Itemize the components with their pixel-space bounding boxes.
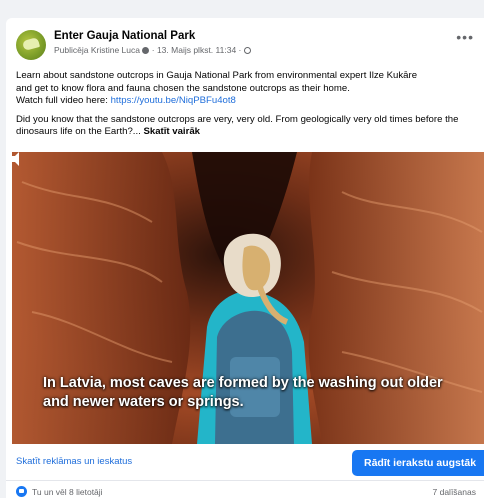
post-date[interactable]: 13. Maijs plkst. 11:34 [157,45,236,55]
globe-icon [243,47,251,54]
video-caption: In Latvia, most caves are formed by the … [43,374,463,412]
top-strip [0,0,484,12]
reaction-count[interactable]: Tu un vēl 8 lietotāji [32,487,103,497]
caption-line: and newer waters or springs. [43,394,244,410]
caption-line: In Latvia, most caves are formed by the … [43,375,443,391]
more-options-button[interactable]: ••• [456,30,474,44]
post-text-line: and get to know flora and fauna chosen t… [16,82,350,94]
leaf-icon [21,37,41,51]
reactions-bar: Tu un vēl 8 lietotāji 7 dalīšanas [6,480,484,498]
post-meta: Publicēja Kristine Luca · 13. Maijs plks… [54,45,251,55]
view-ad-insights-link[interactable]: Skatīt reklāmas un ieskatus [16,456,132,467]
post-header: Enter Gauja National Park Publicēja Kris… [16,28,474,64]
post-text-paragraph: Did you know that the sandstone outcrops… [16,113,459,138]
post-text-line: Watch full video here: [16,95,111,106]
post-card: Enter Gauja National Park Publicēja Kris… [6,18,484,498]
settings-icon [142,47,150,54]
post-text: Learn about sandstone outcrops in Gauja … [16,70,478,145]
video-player[interactable]: In Latvia, most caves are formed by the … [12,152,484,444]
see-more-link[interactable]: Skatīt vairāk [143,126,200,137]
like-icon [16,486,27,497]
volume-icon[interactable] [12,152,20,166]
page-avatar[interactable] [16,30,46,60]
post-footer: Skatīt reklāmas un ieskatus Rādīt ieraks… [6,444,484,478]
boost-post-button[interactable]: Rādīt ierakstu augstāk [352,450,484,476]
video-link[interactable]: https://youtu.be/NiqPBFu4ot8 [111,95,236,106]
share-count[interactable]: 7 dalīšanas [433,487,476,497]
post-text-line: Learn about sandstone outcrops in Gauja … [16,70,418,81]
author-label: Publicēja Kristine Luca [54,45,140,55]
page-name[interactable]: Enter Gauja National Park [54,30,195,42]
